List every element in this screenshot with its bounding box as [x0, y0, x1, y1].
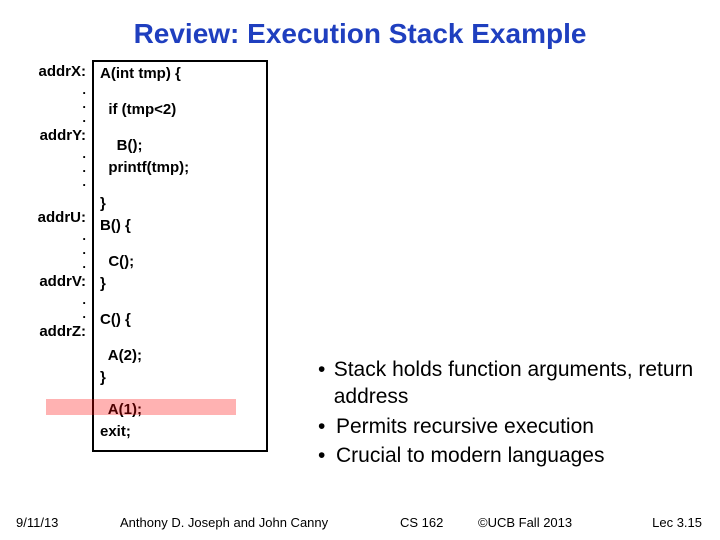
label-addrV: addrV: [16, 274, 86, 296]
code-line: B(); [100, 138, 260, 160]
spacer [100, 240, 260, 254]
label-addrU: addrU: [16, 210, 86, 232]
spacer [100, 334, 260, 348]
bullet-text: Crucial to modern languages [336, 442, 605, 469]
code-line: A(2); [100, 348, 260, 370]
dot: . [16, 86, 86, 100]
dot: . [16, 246, 86, 260]
code-line: printf(tmp); [100, 160, 260, 182]
bullet-list: • Stack holds function arguments, return… [318, 356, 718, 471]
code-line: if (tmp<2) [100, 102, 260, 124]
footer-lec: Lec 3.15 [652, 515, 702, 530]
code-box: A(int tmp) { if (tmp<2) B(); printf(tmp)… [92, 60, 268, 452]
code-line: B() { [100, 218, 260, 240]
label-addrZ: addrZ: [16, 324, 86, 346]
dot: . [16, 260, 86, 274]
bullet-item: • Stack holds function arguments, return… [318, 356, 718, 411]
bullet-dot: • [318, 442, 336, 469]
dot: . [16, 150, 86, 164]
bullet-text: Permits recursive execution [336, 413, 594, 440]
dot: . [16, 100, 86, 114]
address-labels: addrX: . . . addrY: . . . addrU: . . . a… [16, 60, 92, 452]
footer-copyright: ©UCB Fall 2013 [478, 515, 572, 530]
bullet-item: • Permits recursive execution [318, 413, 718, 440]
footer-authors: Anthony D. Joseph and John Canny [120, 515, 328, 530]
label-addrX: addrX: [16, 64, 86, 86]
spacer [16, 192, 86, 210]
code-line: } [100, 276, 260, 298]
spacer [100, 124, 260, 138]
bullet-item: • Crucial to modern languages [318, 442, 718, 469]
dot: . [16, 232, 86, 246]
bullet-text: Stack holds function arguments, return a… [334, 356, 718, 411]
slide-title: Review: Execution Stack Example [0, 0, 720, 60]
dot: . [16, 296, 86, 310]
code-line: exit; [100, 424, 260, 446]
spacer [100, 88, 260, 102]
dot: . [16, 178, 86, 192]
code-line: C(); [100, 254, 260, 276]
code-panel: addrX: . . . addrY: . . . addrU: . . . a… [16, 60, 306, 452]
slide: Review: Execution Stack Example addrX: .… [0, 0, 720, 540]
dot: . [16, 310, 86, 324]
dot: . [16, 164, 86, 178]
code-line: } [100, 196, 260, 218]
code-line: } [100, 370, 260, 392]
code-line: A(int tmp) { [100, 66, 260, 88]
content-area: addrX: . . . addrY: . . . addrU: . . . a… [0, 60, 720, 452]
dot: . [16, 114, 86, 128]
label-addrY: addrY: [16, 128, 86, 150]
footer-date: 9/11/13 [16, 515, 58, 530]
spacer [100, 182, 260, 196]
spacer [100, 298, 260, 312]
bullet-dot: • [318, 356, 334, 411]
footer-course: CS 162 [400, 515, 443, 530]
bullet-dot: • [318, 413, 336, 440]
code-line: C() { [100, 312, 260, 334]
code-line: A(1); [100, 402, 260, 424]
